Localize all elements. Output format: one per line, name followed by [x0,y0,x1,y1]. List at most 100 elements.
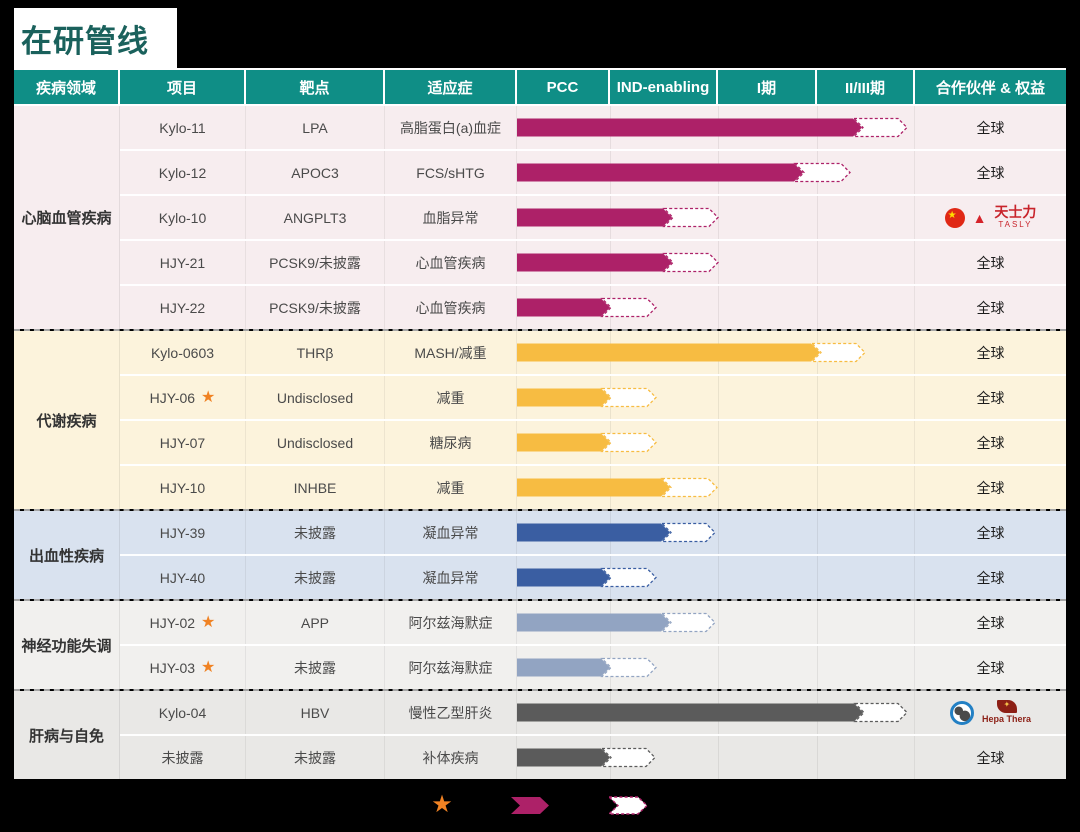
target-cell: LPA [246,106,385,149]
table-body: 心脑血管疾病Kylo-11LPA高脂蛋白(a)血症全球Kylo-12APOC3F… [14,106,1066,779]
china-flag-icon: ★ [945,208,965,228]
priority-star-icon: ★ [201,660,215,676]
target-cell: THRβ [246,331,385,374]
tasly-mark-icon: ▲ [973,210,987,226]
tasly-logo: 天士力TASLY [994,205,1036,229]
phase-bar [517,646,915,689]
header-cell-4: PCC [517,70,608,104]
partner-cell: ★ ▲ 天士力TASLY [915,196,1066,239]
solid-arrow-icon [511,796,551,815]
pipeline-row: HJY-03★未披露阿尔兹海默症全球 [120,644,1066,689]
project-name: HJY-39 [160,525,205,541]
legend: ★ [0,791,1080,819]
phase-bar-cell [517,286,915,329]
phase-bar [517,601,915,644]
indication-cell: MASH/减重 [385,331,517,374]
bar-solid [517,164,803,182]
target-cell: APOC3 [246,151,385,194]
phase-bar-cell [517,376,915,419]
project-name: Kylo-0603 [151,345,214,361]
project-cell: HJY-10 [120,466,246,509]
partner-cell: 全球 [915,286,1066,329]
pipeline-slide: 在研管线 疾病领域项目靶点适应症PCCIND-enablingI期II/III期… [0,0,1080,832]
indication-cell: 高脂蛋白(a)血症 [385,106,517,149]
header-cell-2: 靶点 [246,70,383,104]
partner-sub: TASLY [998,221,1032,230]
phase-bar [517,421,915,464]
group-rows: Kylo-04HBV慢性乙型肝炎✦Hepa Thera未披露未披露补体疾病全球 [120,691,1066,779]
project-cell: Kylo-0603 [120,331,246,374]
project-cell: HJY-07 [120,421,246,464]
header-cell-8: 合作伙伴 & 权益 [915,70,1066,104]
target-cell: PCSK9/未披露 [246,241,385,284]
pipeline-row: HJY-39未披露凝血异常全球 [120,511,1066,554]
phase-bar-cell [517,151,915,194]
disease-area-label: 出血性疾病 [14,511,120,599]
priority-star-icon: ★ [201,390,215,406]
partner-cell: 全球 [915,376,1066,419]
star-icon: ★ [431,793,453,817]
partner-global-label: 全球 [977,388,1005,408]
partner-cell: ✦Hepa Thera [915,691,1066,734]
indication-cell: 阿尔兹海默症 [385,646,517,689]
indication-cell: 凝血异常 [385,511,517,554]
bar-solid [517,119,862,137]
dashed-arrow-icon [609,796,649,815]
pipeline-row: HJY-02★APP阿尔兹海默症全球 [120,601,1066,644]
bar-next-phase-dashed [662,479,717,497]
priority-star-icon: ★ [201,615,215,631]
indication-cell: 糖尿病 [385,421,517,464]
disease-area-label: 心脑血管疾病 [14,106,120,329]
partner-global-label: 全球 [977,433,1005,453]
project-cell: 未披露 [120,736,246,779]
pipeline-row: Kylo-12APOC3FCS/sHTG全球 [120,149,1066,194]
partner-global-label: 全球 [977,163,1005,183]
header-cell-6: I期 [718,70,815,104]
bar-solid [517,479,670,497]
pipeline-row: Kylo-11LPA高脂蛋白(a)血症 全球 [120,106,1066,149]
indication-cell: 心血管疾病 [385,286,517,329]
project-cell: Kylo-11 [120,106,246,149]
project-cell: HJY-02★ [120,601,246,644]
indication-cell: 心血管疾病 [385,241,517,284]
phase-bar-cell [517,331,915,374]
bar-solid [517,659,610,677]
indication-cell: 补体疾病 [385,736,517,779]
bar-next-phase-dashed [602,434,656,452]
partner-cell: 全球 [915,556,1066,599]
bar-next-phase-dashed [602,299,656,317]
bar-next-phase-dashed [602,659,656,677]
project-cell: HJY-06★ [120,376,246,419]
project-cell: HJY-22 [120,286,246,329]
partner-global-label: 全球 [977,523,1005,543]
indication-cell: 血脂异常 [385,196,517,239]
project-cell: HJY-40 [120,556,246,599]
indication-cell: 慢性乙型肝炎 [385,691,517,734]
partner-global-label: 全球 [977,478,1005,498]
partner-cell: 全球 [915,736,1066,779]
partner-cell: 全球 [915,106,1066,149]
project-name: 未披露 [162,748,204,768]
partner-cell: 全球 [915,646,1066,689]
partner-name: 天士力 [994,205,1036,220]
project-name: HJY-21 [160,255,205,271]
phase-bar [517,106,915,149]
bar-next-phase-dashed [602,569,656,587]
disease-area-label: 肝病与自免 [14,691,120,779]
phase-bar [517,691,915,734]
pipeline-row: HJY-40未披露凝血异常全球 [120,554,1066,599]
partner-global-label: 全球 [977,613,1005,633]
project-name: Kylo-12 [159,165,206,181]
target-cell: Undisclosed [246,376,385,419]
project-name: Kylo-04 [159,705,206,721]
phase-bar-cell [517,241,915,284]
bar-next-phase-dashed [795,164,850,182]
partner-global-label: 全球 [977,298,1005,318]
project-name: Kylo-10 [159,210,206,226]
phase-bar-cell [517,106,915,149]
table-header-row: 疾病领域项目靶点适应症PCCIND-enablingI期II/III期合作伙伴 … [14,68,1066,106]
project-cell: HJY-21 [120,241,246,284]
phase-bar-cell [517,556,915,599]
disease-group: 肝病与自免Kylo-04HBV慢性乙型肝炎✦Hepa Thera未披露未披露补体… [14,691,1066,779]
phase-bar-cell [517,736,915,779]
